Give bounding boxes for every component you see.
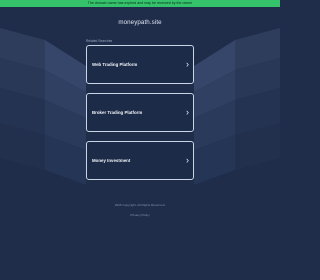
chevron-right-icon: › (186, 107, 189, 117)
link-label: Broker Trading Platform (92, 110, 143, 115)
chevron-right-icon: › (186, 59, 189, 69)
chevron-right-icon: › (186, 155, 189, 165)
link-label: Money Investment (92, 158, 131, 163)
copyright-text: 2025 Copyright. All Rights Reserved. (114, 203, 166, 207)
related-link-web-trading-platform[interactable]: Web Trading Platform › (86, 45, 194, 84)
background-graphic (0, 28, 280, 185)
privacy-policy-link[interactable]: Privacy Policy (0, 213, 280, 217)
expiry-notice-bar: The domain name has expired and may be r… (0, 0, 280, 7)
related-searches-label: Related Searches (86, 39, 113, 43)
link-label: Web Trading Platform (92, 62, 138, 67)
domain-title: moneypath.site (118, 19, 162, 26)
related-link-money-investment[interactable]: Money Investment › (86, 141, 194, 180)
related-link-broker-trading-platform[interactable]: Broker Trading Platform › (86, 93, 194, 132)
